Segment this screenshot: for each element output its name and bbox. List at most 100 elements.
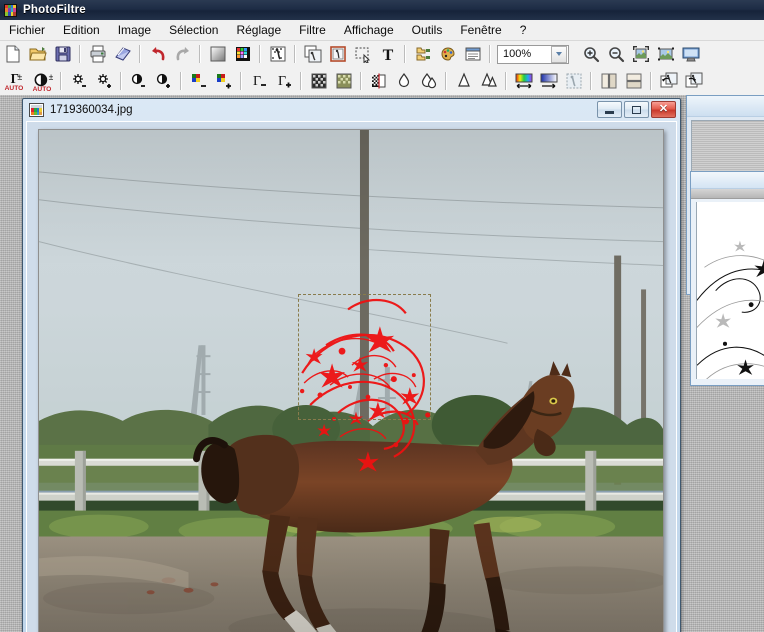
background-window-title-bar xyxy=(687,96,764,117)
svg-text:T: T xyxy=(382,47,393,63)
auto-gamma-icon[interactable]: Γ ± AUTO xyxy=(1,70,27,92)
image-canvas[interactable] xyxy=(38,129,664,632)
toolbar-separator xyxy=(139,45,141,63)
toolbar-separator xyxy=(180,72,182,90)
hue-gradient-icon[interactable] xyxy=(512,70,535,92)
saturation-down-icon[interactable] xyxy=(187,70,210,92)
toolbar-separator xyxy=(120,72,122,90)
selection-rectangle[interactable] xyxy=(298,294,431,420)
new-file-icon[interactable] xyxy=(1,43,24,65)
dither-light-icon[interactable] xyxy=(332,70,355,92)
chevron-down-icon[interactable] xyxy=(551,45,567,63)
save-file-icon[interactable] xyxy=(51,43,74,65)
sharpen-icon[interactable] xyxy=(452,70,475,92)
floral-window-title-bar xyxy=(691,172,764,189)
menu-affichage[interactable]: Affichage xyxy=(336,21,402,40)
blur-more-icon[interactable] xyxy=(417,70,440,92)
toolbar-separator xyxy=(294,45,296,63)
image-effect-icon[interactable] xyxy=(266,43,289,65)
palette-brush-icon[interactable] xyxy=(436,43,459,65)
duplicate-image-icon[interactable] xyxy=(301,43,324,65)
main-toolbar: T 100% xyxy=(0,41,764,68)
dialog-window-icon[interactable] xyxy=(461,43,484,65)
window-restore-button[interactable] xyxy=(624,101,649,118)
open-file-icon[interactable] xyxy=(26,43,49,65)
zoom-in-icon[interactable] xyxy=(579,43,602,65)
window-minimize-button[interactable] xyxy=(597,101,622,118)
application-title: PhotoFiltre xyxy=(23,4,86,16)
rotate-left-icon[interactable] xyxy=(657,70,680,92)
zoom-combo[interactable]: 100% xyxy=(497,44,569,64)
toolbar-separator xyxy=(445,72,447,90)
svg-text:AUTO: AUTO xyxy=(33,86,52,91)
toolbar-separator xyxy=(240,72,242,90)
svg-text:Γ: Γ xyxy=(253,74,261,89)
dither-dark-icon[interactable] xyxy=(307,70,330,92)
document-title-bar[interactable]: 1719360034.jpg ✕ xyxy=(23,99,680,121)
toolbar-separator xyxy=(79,45,81,63)
gradient-square-icon[interactable] xyxy=(206,43,229,65)
document-window[interactable]: 1719360034.jpg ✕ xyxy=(22,98,681,632)
auto-contrast-icon[interactable]: ± AUTO xyxy=(29,70,55,92)
svg-text:±: ± xyxy=(49,72,53,82)
transparency-icon[interactable] xyxy=(367,70,390,92)
menu-reglage[interactable]: Réglage xyxy=(228,21,289,40)
blur-icon[interactable] xyxy=(392,70,415,92)
menu-edition[interactable]: Edition xyxy=(55,21,108,40)
layers-icon[interactable] xyxy=(411,43,434,65)
toolbar-separator xyxy=(650,72,652,90)
toolbar-separator xyxy=(360,72,362,90)
menu-fenetre[interactable]: Fenêtre xyxy=(452,21,509,40)
image-document-icon xyxy=(29,103,44,117)
menu-fichier[interactable]: Fichier xyxy=(1,21,53,40)
background-document-window-floral[interactable] xyxy=(690,171,764,386)
zoom-level-value[interactable]: 100% xyxy=(498,48,551,60)
undo-icon[interactable] xyxy=(146,43,169,65)
brightness-up-icon[interactable] xyxy=(92,70,115,92)
menu-bar: Fichier Edition Image Sélection Réglage Filtr… xyxy=(0,20,764,41)
floral-window-canvas xyxy=(696,202,764,379)
svg-text:Γ: Γ xyxy=(278,74,286,89)
text-tool-icon[interactable]: T xyxy=(376,43,399,65)
texture-effect-icon[interactable] xyxy=(562,70,585,92)
flip-horizontal-icon[interactable] xyxy=(597,70,620,92)
menu-selection[interactable]: Sélection xyxy=(161,21,226,40)
menu-filtre[interactable]: Filtre xyxy=(291,21,334,40)
fit-to-window-icon[interactable] xyxy=(629,43,652,65)
print-preview-icon[interactable] xyxy=(111,43,134,65)
rotate-right-icon[interactable] xyxy=(682,70,705,92)
color-palette-icon[interactable] xyxy=(231,43,254,65)
menu-aide[interactable]: ? xyxy=(512,21,535,40)
window-close-button[interactable]: ✕ xyxy=(651,101,676,118)
menu-image[interactable]: Image xyxy=(110,21,159,40)
toolbar-separator xyxy=(404,45,406,63)
menu-outils[interactable]: Outils xyxy=(404,21,451,40)
restore-icon xyxy=(632,105,641,114)
contrast-down-icon[interactable] xyxy=(127,70,150,92)
linear-gradient-icon[interactable] xyxy=(537,70,560,92)
gamma-down-icon[interactable]: Γ xyxy=(247,70,270,92)
framed-image-icon[interactable] xyxy=(326,43,349,65)
contrast-up-icon[interactable] xyxy=(152,70,175,92)
toolbar-separator xyxy=(300,72,302,90)
document-client-area xyxy=(26,121,677,632)
brightness-down-icon[interactable] xyxy=(67,70,90,92)
zoom-out-icon[interactable] xyxy=(604,43,627,65)
photofiltre-logo-icon xyxy=(4,3,17,17)
print-icon[interactable] xyxy=(86,43,109,65)
actual-size-icon[interactable] xyxy=(654,43,677,65)
svg-text:AUTO: AUTO xyxy=(5,85,24,91)
toolbar-separator xyxy=(505,72,507,90)
selection-tool-icon[interactable] xyxy=(351,43,374,65)
svg-text:±: ± xyxy=(17,72,22,82)
fullscreen-icon[interactable] xyxy=(679,43,702,65)
redo-icon[interactable] xyxy=(171,43,194,65)
window-controls: ✕ xyxy=(597,101,676,118)
toolbar-separator xyxy=(199,45,201,63)
sharpen-more-icon[interactable] xyxy=(477,70,500,92)
toolbar-separator xyxy=(60,72,62,90)
saturation-up-icon[interactable] xyxy=(212,70,235,92)
gamma-up-icon[interactable]: Γ xyxy=(272,70,295,92)
toolbar-separator xyxy=(489,45,491,63)
flip-vertical-icon[interactable] xyxy=(622,70,645,92)
